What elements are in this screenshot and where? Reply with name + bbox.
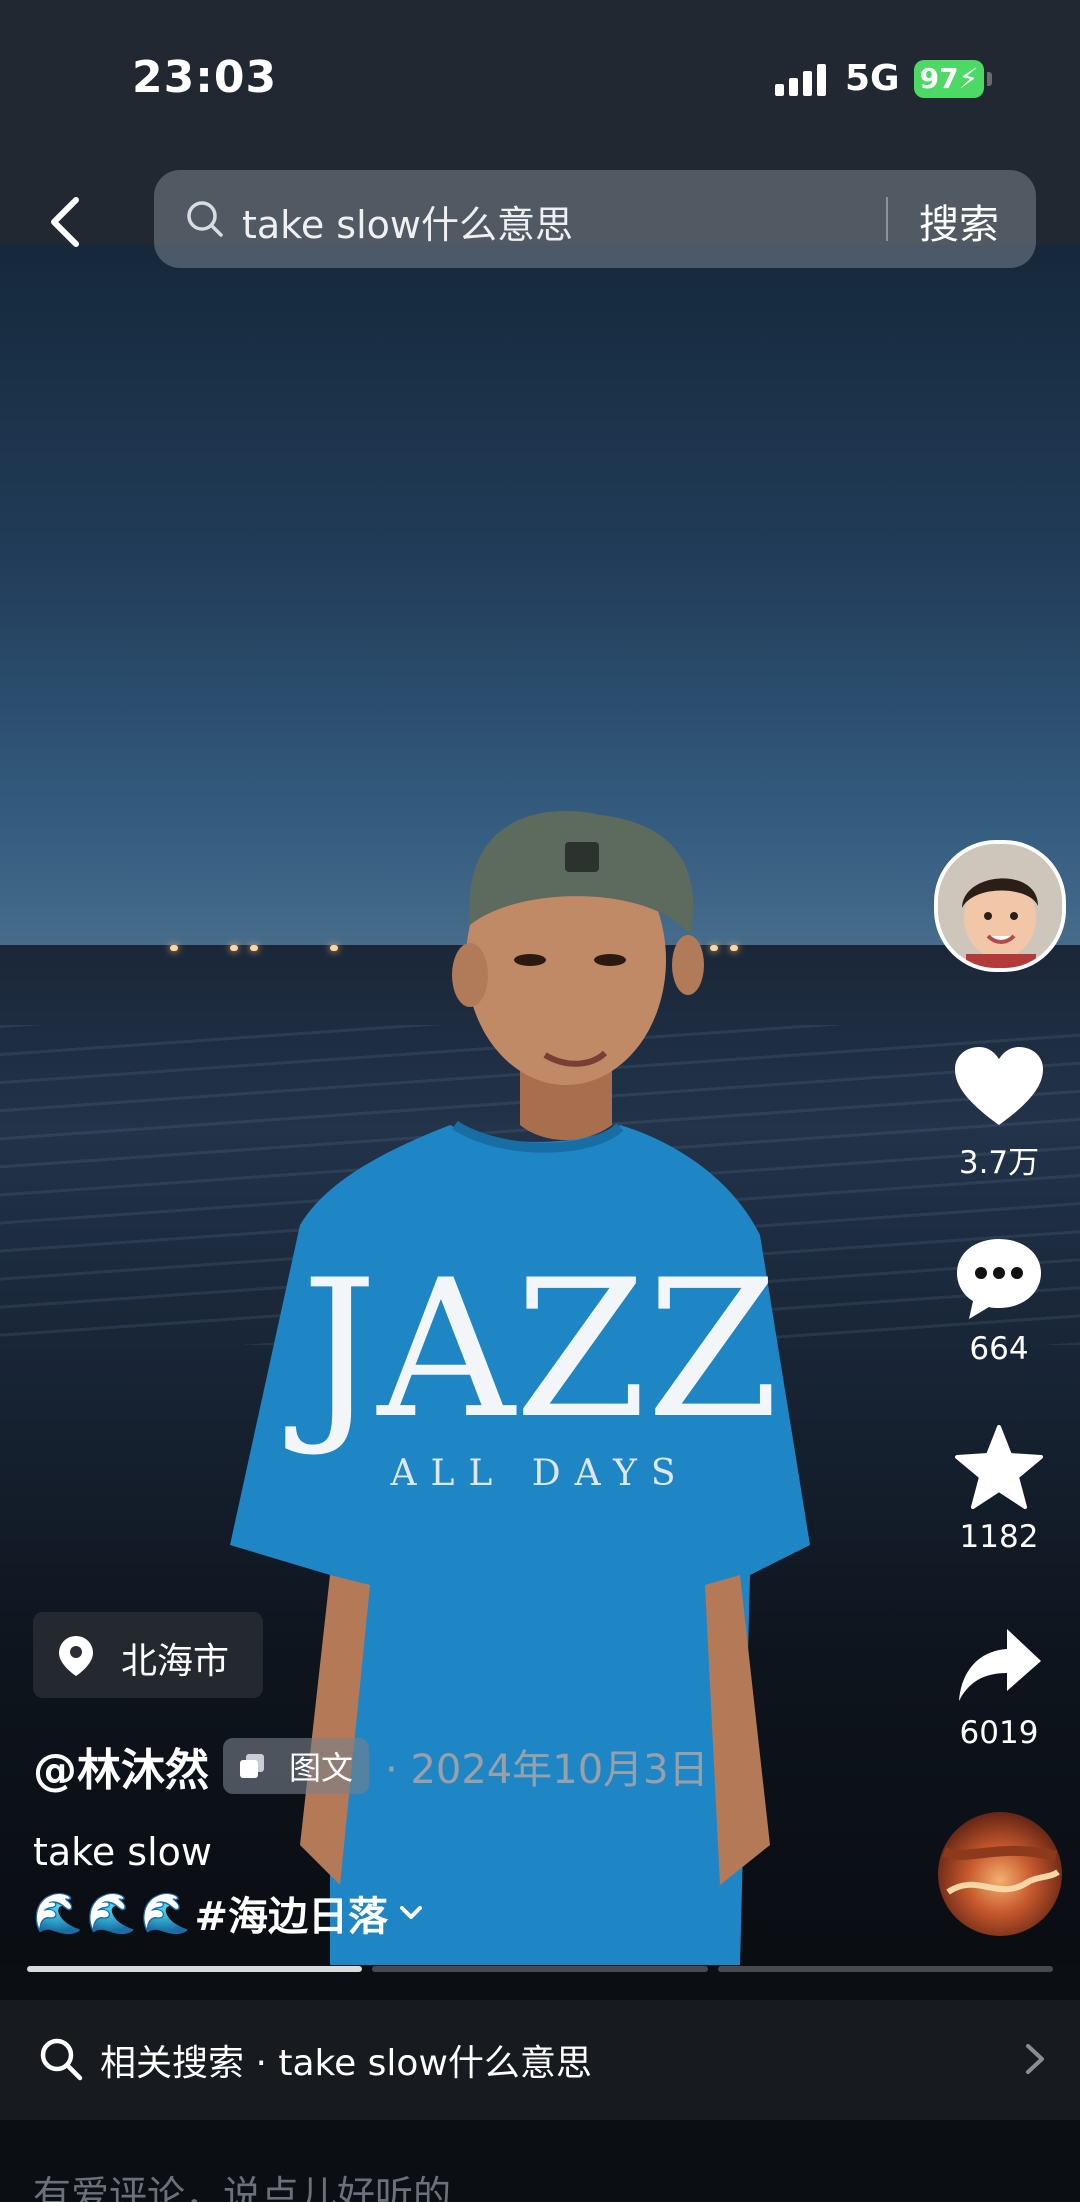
- post-meta: @林沐然 图文 · 2024年10月3日: [33, 1736, 709, 1796]
- heart-icon: [955, 1047, 1043, 1125]
- progress-segment: [27, 1966, 363, 1972]
- search-divider: [886, 197, 888, 241]
- hashtag-row[interactable]: 🌊 🌊 🌊 #海边日落: [33, 1884, 426, 1942]
- search-icon: [40, 2038, 83, 2081]
- comment-count: 664: [969, 1331, 1029, 1367]
- post-date: · 2024年10月3日: [385, 1747, 709, 1793]
- status-time: 23:03: [132, 52, 278, 103]
- shirt-print: JAZZ: [285, 1239, 778, 1460]
- hashtag[interactable]: #海边日落: [194, 1884, 388, 1942]
- page-progress: [27, 1966, 1053, 1974]
- share-action[interactable]: 6019: [934, 1625, 1064, 1751]
- music-disc[interactable]: [938, 1812, 1062, 1936]
- like-action[interactable]: 3.7万: [934, 1045, 1064, 1182]
- comment-input-bar[interactable]: 有爱评论，说点儿好听的: [0, 2140, 1080, 2202]
- battery-level: 97: [919, 62, 959, 95]
- image-text-icon: [240, 1754, 264, 1778]
- post-type-badge: 图文: [223, 1738, 370, 1794]
- location-pin-icon: [59, 1636, 93, 1676]
- like-count: 3.7万: [958, 1145, 1040, 1181]
- wave-emoji-icon: 🌊: [140, 1890, 191, 1937]
- music-cover-icon: [942, 1845, 1060, 1895]
- share-arrow-icon: [959, 1629, 1041, 1701]
- location-name: 北海市: [121, 1641, 230, 1682]
- post-type-label: 图文: [289, 1749, 354, 1787]
- share-count: 6019: [959, 1715, 1039, 1751]
- avatar-face-icon: [938, 844, 1062, 968]
- author-name[interactable]: @林沐然: [33, 1734, 209, 1798]
- comment-input[interactable]: 有爱评论，说点儿好听的: [33, 2164, 451, 2202]
- signal-icon: [775, 62, 829, 96]
- search-icon: [187, 201, 223, 237]
- author-avatar[interactable]: [934, 840, 1066, 972]
- chevron-right-icon: [1026, 2044, 1044, 2074]
- favorite-count: 1182: [959, 1519, 1039, 1555]
- expand-chevron-icon[interactable]: [396, 1898, 426, 1928]
- back-button[interactable]: [36, 180, 96, 260]
- status-bar: 23:03 5G 97⚡: [0, 0, 1080, 170]
- battery-icon: 97⚡: [914, 60, 992, 98]
- comment-action[interactable]: 664: [934, 1235, 1064, 1367]
- related-search-text: 相关搜索 · take slow什么意思: [100, 2043, 592, 2084]
- wave-emoji-icon: 🌊: [86, 1890, 137, 1937]
- comment-bubble-icon: [957, 1239, 1041, 1319]
- search-button[interactable]: 搜索: [919, 192, 999, 250]
- location-tag[interactable]: 北海市: [33, 1612, 263, 1698]
- person-figure: JAZZ ALL DAYS: [230, 811, 810, 1965]
- search-bar[interactable]: take slow什么意思 搜索: [154, 170, 1036, 268]
- search-query[interactable]: take slow什么意思: [242, 194, 573, 249]
- progress-segment: [372, 1966, 708, 1972]
- favorite-action[interactable]: 1182: [934, 1425, 1064, 1555]
- related-search-bar[interactable]: 相关搜索 · take slow什么意思: [0, 2000, 1080, 2120]
- shirt-subprint: ALL DAYS: [389, 1453, 689, 1494]
- star-icon: [955, 1425, 1043, 1509]
- progress-segment: [717, 1966, 1053, 1972]
- wave-emoji-icon: 🌊: [33, 1890, 83, 1937]
- post-caption: take slow: [33, 1830, 212, 1874]
- post-photo[interactable]: JAZZ ALL DAYS: [0, 245, 1080, 1965]
- network-type: 5G: [845, 58, 900, 99]
